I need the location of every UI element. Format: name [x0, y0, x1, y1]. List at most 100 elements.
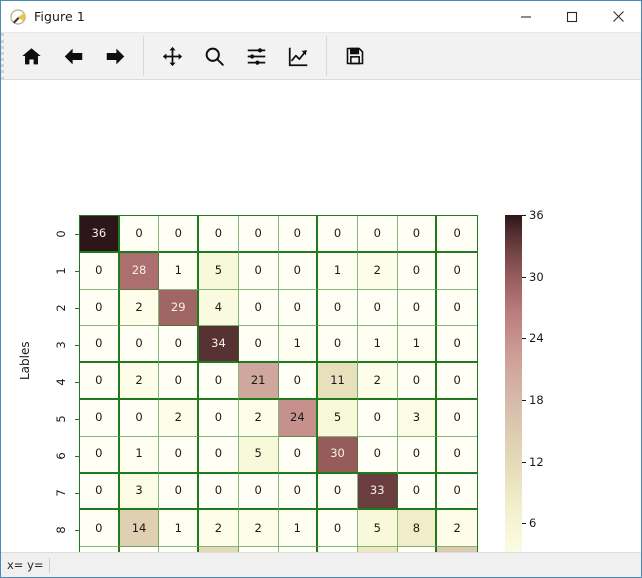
colorbar-tick-label: 24 [529, 331, 544, 346]
colorbar-tick-label: 30 [529, 269, 544, 284]
configure-subplots-button[interactable] [235, 36, 277, 76]
colorbar-tick-label: 12 [529, 454, 544, 469]
matrix-cell: 0 [159, 326, 200, 364]
matrix-cell: 0 [357, 216, 398, 253]
matrix-cell: 21 [238, 363, 279, 400]
matrix-cell: 5 [238, 436, 279, 474]
matrix-cell: 1 [397, 326, 438, 364]
matrix-cell: 0 [278, 252, 319, 290]
matrix-cell: 14 [119, 510, 160, 548]
matrix-cell: 2 [119, 363, 160, 400]
matrix-cell: 0 [159, 363, 200, 400]
colorbar-tick [522, 338, 526, 340]
matrix-cell: 0 [318, 510, 358, 548]
matrix-cell: 0 [80, 399, 120, 437]
matrix-cell: 1 [357, 326, 398, 364]
matrix-cell: 28 [119, 252, 160, 290]
colorbar-tick [522, 215, 526, 216]
matrix-cell: 0 [278, 363, 319, 400]
matrix-cell: 1 [159, 252, 200, 290]
matrix-cell: 0 [119, 216, 160, 253]
matrix-cell: 24 [278, 399, 319, 437]
colorbar-gradient [505, 215, 522, 552]
status-bar: x= y= [1, 552, 641, 577]
forward-button[interactable] [94, 36, 136, 76]
y-axis-tick-label: 1 [54, 266, 68, 275]
colorbar [505, 215, 522, 552]
matrix-cell: 1 [318, 252, 358, 290]
y-axis-title: Lables [18, 341, 32, 380]
matrix-cell: 2 [119, 289, 160, 327]
window-controls [503, 1, 641, 32]
y-axis-tick-label: 4 [54, 377, 68, 386]
matrix-cell: 34 [199, 326, 239, 364]
matrix-cell: 0 [238, 326, 279, 364]
matrix-cell: 0 [278, 216, 319, 253]
figure-canvas[interactable]: Lables Predict 3600000000002815001200022… [1, 80, 641, 552]
matrix-cell: 0 [397, 289, 438, 327]
y-axis-tick [75, 381, 79, 383]
matrix-cell: 0 [199, 216, 239, 253]
maximize-button[interactable] [549, 1, 595, 32]
matrix-cell: 0 [159, 436, 200, 474]
matrix-cell: 0 [238, 547, 279, 552]
matrix-cell: 0 [238, 216, 279, 253]
matrix-cell: 3 [397, 399, 438, 437]
matrix-cell: 0 [159, 473, 200, 511]
matrix-cell: 0 [397, 436, 438, 474]
matrix-cell: 0 [437, 363, 477, 400]
matrix-cell: 9 [357, 547, 398, 552]
matrix-cell: 2 [357, 252, 398, 290]
window-title: Figure 1 [34, 9, 85, 24]
y-axis-tick-label: 5 [54, 414, 68, 423]
matrix-cell: 12 [199, 547, 239, 552]
matrix-cell: 0 [397, 252, 438, 290]
matplotlib-figure-icon [10, 8, 26, 25]
matrix-cell: 0 [119, 326, 160, 364]
matrix-cell: 0 [318, 473, 358, 511]
confusion-matrix-heatmap[interactable]: 36 0 0 0 0 0 0 0 0 0 0 28 1 5 0 0 1 2 0 0 0 2 29 4 0 0 0 0 0 0 0 0 0 34 0 1… [79, 215, 478, 552]
edit-axis-button[interactable] [277, 36, 319, 76]
matrix-cell: 0 [159, 216, 200, 253]
matrix-cell: 0 [437, 399, 477, 437]
matrix-cell: 0 [159, 547, 200, 552]
home-button[interactable] [10, 36, 52, 76]
y-axis-tick-label: 2 [54, 303, 68, 312]
matrix-cell: 2 [357, 363, 398, 400]
matrix-cell: 2 [238, 510, 279, 548]
matrix-cell: 0 [397, 473, 438, 511]
matrix-cell: 1 [159, 510, 200, 548]
matrix-cell: 0 [437, 216, 477, 253]
pan-button[interactable] [151, 36, 193, 76]
matrix-cell: 1 [278, 510, 319, 548]
matrix-cell: 5 [318, 399, 358, 437]
matrix-cell: 3 [119, 473, 160, 511]
matrix-cell: 0 [437, 473, 477, 511]
minimize-button[interactable] [503, 1, 549, 32]
matrix-cell: 0 [199, 473, 239, 511]
status-divider [48, 557, 50, 573]
zoom-button[interactable] [193, 36, 235, 76]
y-axis-tick [75, 270, 79, 272]
y-axis-tick [75, 529, 79, 531]
colorbar-tick-label: 18 [529, 393, 544, 407]
y-axis-tick-label: 6 [54, 451, 68, 460]
matrix-cell: 33 [357, 473, 398, 511]
close-button[interactable] [595, 1, 641, 32]
colorbar-tick [522, 276, 526, 278]
y-axis-tick [75, 233, 79, 235]
y-axis-tick-label: 7 [54, 488, 68, 497]
toolbar-divider-1 [143, 36, 144, 76]
matrix-cell: 2 [199, 510, 239, 548]
matrix-cell: 0 [80, 547, 120, 552]
matrix-cell: 0 [318, 547, 358, 552]
title-bar: Figure 1 [1, 1, 641, 33]
save-button[interactable] [334, 36, 376, 76]
figure-window: Figure 1 Lables 36 0 0 0 0 0 0 0 0 0 0 2… [0, 0, 642, 578]
back-button[interactable] [52, 36, 94, 76]
matrix-cell: 2 [159, 399, 200, 437]
matrix-cell: 29 [159, 289, 200, 327]
coordinate-readout: x= y= [7, 558, 44, 572]
matrix-cell: 0 [80, 436, 120, 474]
y-axis-tick-label: 0 [54, 229, 68, 238]
